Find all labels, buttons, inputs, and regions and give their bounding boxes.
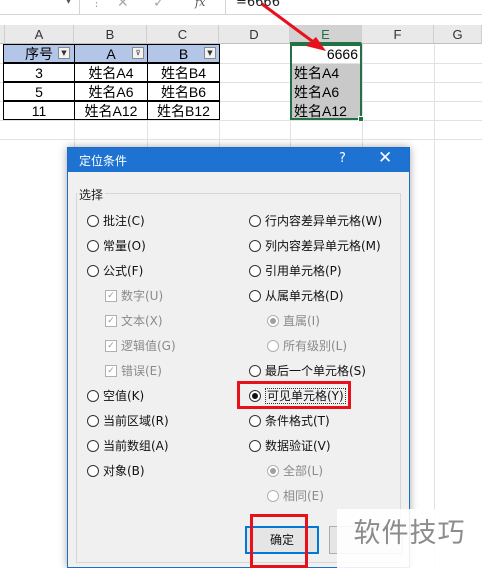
option-label: 对象(B) [103, 464, 145, 478]
option-label: 空值(K) [103, 389, 145, 403]
option-comments[interactable]: 批注(C) [87, 213, 145, 229]
option-constants[interactable]: 常量(O) [87, 238, 146, 254]
dialog-titlebar[interactable]: 定位条件 ? ✕ [68, 148, 409, 172]
radio-icon[interactable] [87, 214, 99, 227]
option-logicals[interactable]: ✓ 逻辑值(G) [105, 338, 176, 354]
checkbox-icon[interactable]: ✓ [105, 339, 117, 352]
watermark: 软件技巧 [337, 509, 482, 568]
radio-icon[interactable] [249, 239, 261, 252]
help-icon[interactable]: ? [339, 151, 346, 166]
option-label: 公式(F) [103, 264, 144, 278]
excel-window: ▾ ⋮ ✕ ✓ fx =6666 A B C D E F G 序号 ▼ A ⊽ … [0, 0, 482, 568]
radio-icon[interactable] [249, 264, 261, 277]
highlight-ok-button [250, 514, 308, 568]
option-precedents[interactable]: 引用单元格(P) [249, 263, 342, 279]
option-label: 常量(O) [103, 239, 146, 253]
radio-icon[interactable] [249, 439, 261, 452]
option-validation-all[interactable]: 全部(L) [267, 463, 323, 479]
option-numbers[interactable]: ✓ 数字(U) [105, 288, 163, 304]
option-label: 最后一个单元格(S) [265, 364, 366, 378]
checkbox-icon[interactable]: ✓ [105, 289, 117, 302]
option-all-levels[interactable]: 所有级别(L) [267, 338, 347, 354]
option-label: 批注(C) [103, 214, 145, 228]
radio-icon[interactable] [249, 364, 261, 377]
option-label: 从属单元格(D) [265, 289, 344, 303]
dialog-title: 定位条件 [79, 154, 128, 168]
go-to-special-dialog: 定位条件 ? ✕ 选择 批注(C) 常量(O) 公式(F) ✓ 数字(U) ✓ 文本… [67, 147, 410, 568]
radio-icon[interactable] [267, 339, 279, 352]
option-blanks[interactable]: 空值(K) [87, 388, 144, 404]
radio-icon[interactable] [249, 214, 261, 227]
option-label: 所有级别(L) [283, 339, 348, 353]
radio-icon[interactable] [87, 264, 99, 277]
option-label: 数字(U) [121, 289, 164, 303]
highlight-visible-cells [237, 381, 351, 409]
option-label: 相同(E) [283, 489, 324, 503]
option-conditional-formats[interactable]: 条件格式(T) [249, 413, 330, 429]
option-label: 条件格式(T) [265, 414, 330, 428]
option-label: 引用单元格(P) [265, 264, 342, 278]
option-label: 全部(L) [283, 464, 324, 478]
option-last-cell[interactable]: 最后一个单元格(S) [249, 363, 366, 379]
option-dependents[interactable]: 从属单元格(D) [249, 288, 344, 304]
radio-icon[interactable] [267, 464, 279, 477]
option-objects[interactable]: 对象(B) [87, 463, 145, 479]
radio-icon[interactable] [87, 239, 99, 252]
radio-icon[interactable] [87, 464, 99, 477]
radio-icon[interactable] [87, 439, 99, 452]
option-row-differences[interactable]: 行内容差异单元格(W) [249, 213, 382, 229]
selection-group-label: 选择 [77, 186, 106, 203]
option-label: 行内容差异单元格(W) [265, 214, 383, 228]
checkbox-icon[interactable]: ✓ [105, 364, 117, 377]
option-label: 列内容差异单元格(M) [265, 239, 381, 253]
option-label: 逻辑值(G) [121, 339, 176, 353]
option-direct-only[interactable]: 直属(I) [267, 313, 320, 329]
option-text[interactable]: ✓ 文本(X) [105, 313, 163, 329]
checkbox-icon[interactable]: ✓ [105, 314, 117, 327]
radio-icon[interactable] [87, 414, 99, 427]
option-data-validation[interactable]: 数据验证(V) [249, 438, 331, 454]
option-label: 数据验证(V) [265, 439, 331, 453]
radio-icon[interactable] [267, 489, 279, 502]
option-current-region[interactable]: 当前区域(R) [87, 413, 169, 429]
option-label: 当前区域(R) [103, 414, 169, 428]
option-errors[interactable]: ✓ 错误(E) [105, 363, 162, 379]
option-current-array[interactable]: 当前数组(A) [87, 438, 169, 454]
close-icon[interactable]: ✕ [378, 148, 392, 168]
radio-icon[interactable] [249, 414, 261, 427]
option-column-differences[interactable]: 列内容差异单元格(M) [249, 238, 381, 254]
option-label: 当前数组(A) [103, 439, 169, 453]
option-label: 文本(X) [121, 314, 163, 328]
radio-icon[interactable] [267, 314, 279, 327]
option-validation-same[interactable]: 相同(E) [267, 488, 324, 504]
option-label: 直属(I) [283, 314, 320, 328]
option-formulas[interactable]: 公式(F) [87, 263, 143, 279]
radio-icon[interactable] [249, 289, 261, 302]
option-label: 错误(E) [121, 364, 162, 378]
radio-icon[interactable] [87, 389, 99, 402]
